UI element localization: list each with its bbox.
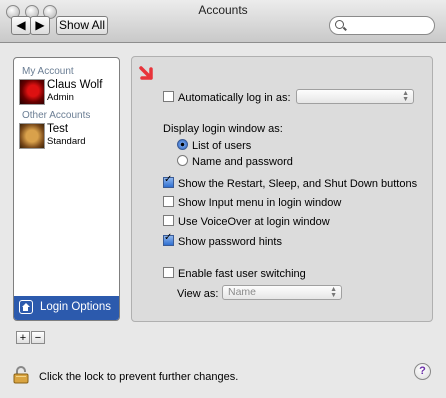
other-accounts-header: Other Accounts <box>22 110 91 121</box>
password-hints-row[interactable]: Show password hints <box>163 232 282 248</box>
voiceover-row[interactable]: Use VoiceOver at login window <box>163 215 330 228</box>
search-icon <box>335 20 344 29</box>
auto-login-checkbox[interactable] <box>163 91 174 102</box>
show-input-menu-row[interactable]: Show Input menu in login window <box>163 196 341 209</box>
window-toolbar: Accounts ◀ ▶ Show All <box>0 0 446 43</box>
auto-login-label: Automatically log in as: <box>178 92 291 104</box>
radio-label: Name and password <box>192 156 293 168</box>
checkbox-label: Show Input menu in login window <box>178 197 342 209</box>
fast-user-switching-checkbox[interactable] <box>163 267 174 278</box>
remove-account-button[interactable]: − <box>31 331 45 344</box>
auto-login-user-popup[interactable]: ▲ ▼ <box>296 89 414 104</box>
forward-button[interactable]: ▶ <box>30 16 50 35</box>
lock-icon[interactable] <box>13 366 29 384</box>
lock-message: Click the lock to prevent further change… <box>39 371 239 383</box>
search-field[interactable] <box>329 16 435 35</box>
auto-login-row: Automatically log in as: <box>163 91 291 104</box>
radio-button[interactable] <box>177 139 188 150</box>
accounts-list: My Account Claus Wolf Admin Other Accoun… <box>13 57 120 321</box>
checkbox-label: Show password hints <box>178 236 282 248</box>
window-title: Accounts <box>198 3 248 17</box>
user-picture <box>19 123 45 149</box>
checkbox-label: Show the Restart, Sleep, and Shut Down b… <box>178 178 418 190</box>
show-input-menu-checkbox[interactable] <box>163 196 174 207</box>
account-item-test[interactable]: Test Standard <box>19 123 119 151</box>
fast-user-switching-row[interactable]: Enable fast user switching <box>163 267 306 280</box>
my-account-header: My Account <box>22 66 74 77</box>
display-login-label: Display login window as: <box>163 123 283 135</box>
radio-name-and-password[interactable]: Name and password <box>177 155 293 168</box>
popup-arrows-icon: ▲ ▼ <box>402 90 409 103</box>
show-restart-row[interactable]: Show the Restart, Sleep, and Shut Down b… <box>163 174 418 190</box>
red-arrow-icon <box>139 66 153 80</box>
view-as-value: Name <box>228 286 257 298</box>
show-restart-checkbox[interactable] <box>163 174 174 188</box>
login-options-item[interactable]: Login Options <box>14 296 119 320</box>
view-as-label: View as: <box>177 288 219 300</box>
checkbox-label: Enable fast user switching <box>178 268 306 280</box>
password-hints-checkbox[interactable] <box>163 232 174 246</box>
show-all-button[interactable]: Show All <box>56 16 108 35</box>
account-name: Test <box>47 123 69 135</box>
account-role: Admin <box>47 92 74 103</box>
radio-button[interactable] <box>177 155 188 166</box>
radio-list-of-users[interactable]: List of users <box>177 139 251 152</box>
add-account-button[interactable]: + <box>16 331 30 344</box>
user-picture <box>19 79 45 105</box>
radio-label: List of users <box>192 140 252 152</box>
popup-arrows-icon: ▲ ▼ <box>330 286 337 299</box>
login-options-label: Login Options <box>40 301 111 313</box>
help-button[interactable]: ? <box>414 363 431 380</box>
back-button[interactable]: ◀ <box>11 16 31 35</box>
search-input[interactable] <box>348 18 434 34</box>
house-icon <box>19 300 33 314</box>
account-role: Standard <box>47 136 86 147</box>
checkbox-label: Use VoiceOver at login window <box>178 216 330 228</box>
view-as-popup[interactable]: Name ▲ ▼ <box>222 285 342 300</box>
account-item-claus-wolf[interactable]: Claus Wolf Admin <box>19 79 119 107</box>
voiceover-checkbox[interactable] <box>163 215 174 226</box>
account-name: Claus Wolf <box>47 79 103 91</box>
